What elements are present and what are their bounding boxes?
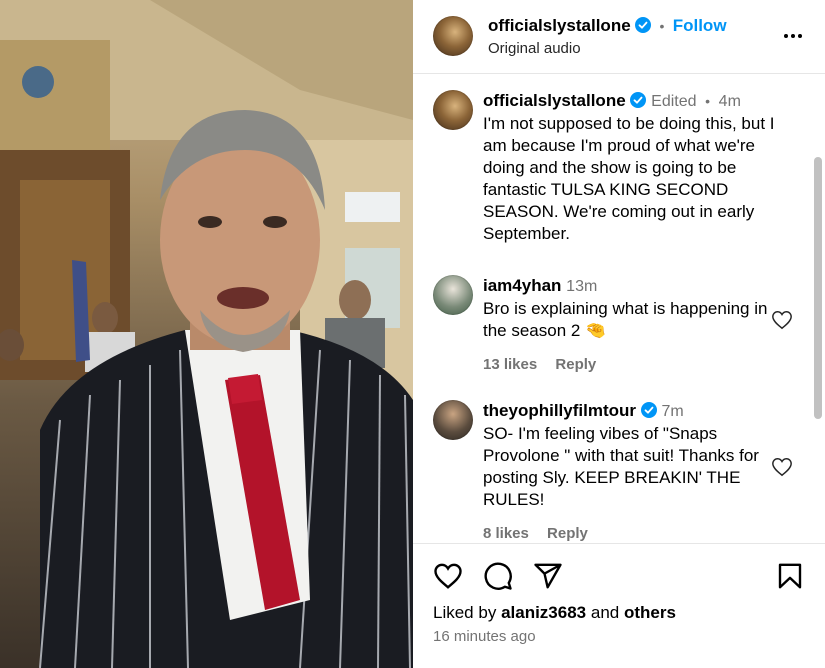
- author-line: officialslystallone • Follow: [488, 16, 727, 36]
- video-frame: [0, 0, 413, 668]
- share-icon[interactable]: [533, 561, 563, 591]
- verified-badge-icon: [635, 17, 652, 33]
- comment-header: theyophillyfilmtour 7m: [483, 400, 793, 423]
- caption-avatar[interactable]: [433, 90, 473, 130]
- comment-username[interactable]: theyophillyfilmtour: [483, 401, 636, 420]
- liked-by-user[interactable]: alaniz3683: [501, 603, 586, 622]
- edited-label: Edited: [651, 93, 697, 110]
- follow-button[interactable]: Follow: [673, 16, 727, 35]
- heart-icon[interactable]: [433, 561, 463, 591]
- liked-by-others[interactable]: others: [624, 603, 676, 622]
- post-time-ago[interactable]: 16 minutes ago: [433, 628, 536, 645]
- caption-body: officialslystallone Edited • 4m I'm not …: [483, 90, 793, 245]
- comment-time: 7m: [661, 403, 684, 420]
- reply-button[interactable]: Reply: [547, 525, 588, 542]
- comment-username[interactable]: iam4yhan: [483, 276, 561, 295]
- verified-badge-icon: [640, 402, 657, 418]
- comments-section[interactable]: officialslystallone Edited • 4m I'm not …: [413, 75, 825, 543]
- comment-icon[interactable]: [483, 561, 513, 591]
- caption-header: officialslystallone Edited • 4m: [483, 90, 793, 113]
- comment-avatar[interactable]: [433, 275, 473, 315]
- comment-time: 13m: [566, 278, 598, 295]
- audio-label[interactable]: Original audio: [488, 40, 581, 57]
- caption-text: I'm not supposed to be doing this, but I…: [483, 114, 775, 243]
- caption: officialslystallone Edited • 4m I'm not …: [433, 90, 793, 250]
- more-options-icon[interactable]: [781, 24, 805, 48]
- comment-item: theyophillyfilmtour 7m SO- I'm feeling v…: [433, 400, 793, 543]
- comment-heart-icon[interactable]: [771, 456, 793, 478]
- comment-text: SO- I'm feeling vibes of "Snaps Provolon…: [483, 424, 759, 509]
- comment-likes[interactable]: 8 likes: [483, 525, 529, 542]
- liked-by-and: and: [590, 603, 620, 622]
- separator-dot: •: [655, 18, 669, 34]
- caption-username[interactable]: officialslystallone: [483, 91, 626, 110]
- comment-body: iam4yhan 13m Bro is explaining what is h…: [483, 275, 793, 376]
- reply-button[interactable]: Reply: [555, 356, 596, 373]
- comment-text: Bro is explaining what is happening in t…: [483, 299, 768, 340]
- liked-by-prefix: Liked by: [433, 603, 497, 622]
- scrollbar-thumb[interactable]: [814, 157, 822, 419]
- author-username[interactable]: officialslystallone: [488, 16, 631, 35]
- separator-dot: •: [701, 93, 714, 109]
- comment-likes[interactable]: 13 likes: [483, 356, 537, 373]
- liked-by-line: Liked by alaniz3683 and others: [433, 603, 676, 623]
- post-video[interactable]: [0, 0, 413, 668]
- author-avatar[interactable]: [433, 16, 473, 56]
- bookmark-icon[interactable]: [775, 561, 805, 591]
- post-actions: Liked by alaniz3683 and others 16 minute…: [413, 543, 825, 668]
- caption-time: 4m: [718, 93, 741, 110]
- verified-badge-icon: [630, 92, 647, 108]
- comment-avatar[interactable]: [433, 400, 473, 440]
- comment-meta: 13 likes Reply: [483, 354, 793, 376]
- comment-heart-icon[interactable]: [771, 309, 793, 331]
- comment-item: iam4yhan 13m Bro is explaining what is h…: [433, 275, 793, 375]
- comment-header: iam4yhan 13m: [483, 275, 793, 298]
- post-header: officialslystallone • Follow Original au…: [413, 0, 825, 74]
- comment-meta: 8 likes Reply: [483, 523, 793, 543]
- comment-body: theyophillyfilmtour 7m SO- I'm feeling v…: [483, 400, 793, 543]
- post-side-panel: officialslystallone • Follow Original au…: [413, 0, 825, 668]
